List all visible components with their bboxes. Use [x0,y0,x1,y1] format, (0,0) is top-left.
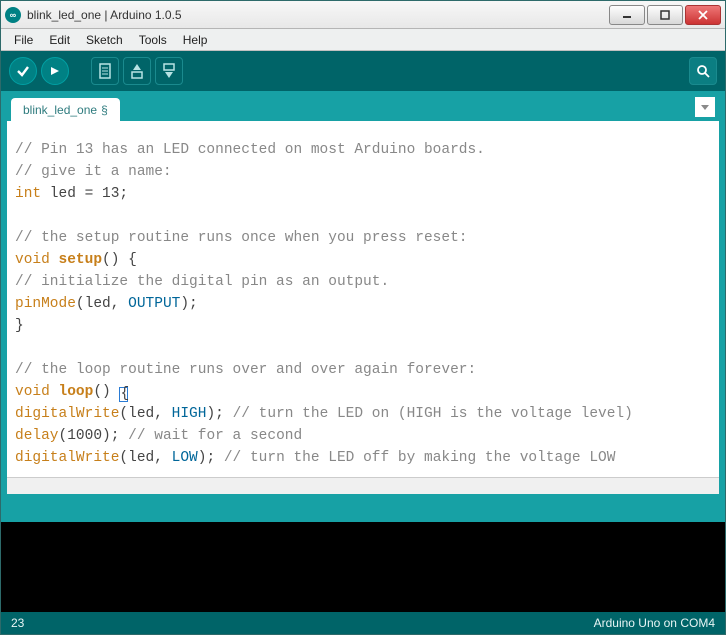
code-line [15,337,719,359]
editor-container: // Pin 13 has an LED connected on most A… [1,121,725,494]
code-line: digitalWrite(led, HIGH); // turn the LED… [15,403,719,425]
console-output[interactable] [1,522,725,612]
code-line: delay(1000); // wait for a second [15,425,719,447]
verify-button[interactable] [9,57,37,85]
arduino-logo-icon: ∞ [5,7,21,23]
tab-sketch[interactable]: blink_led_one § [11,98,120,121]
code-line: int led = 13; [15,183,719,205]
code-line: // the loop routine runs over and over a… [15,359,719,381]
app-window: ∞ blink_led_one | Arduino 1.0.5 File Edi… [0,0,726,635]
chevron-down-icon [699,101,711,113]
file-icon [97,62,113,80]
code-line: } [15,315,719,337]
horizontal-scrollbar[interactable] [7,477,719,494]
code-line: // initialize the digital pin as an outp… [15,271,719,293]
code-line: void setup() { [15,249,719,271]
code-line: // the setup routine runs once when you … [15,227,719,249]
minimize-button[interactable] [609,5,645,25]
code-line [15,205,719,227]
tab-modified-indicator: § [101,103,108,117]
magnifier-icon [695,63,711,79]
serial-monitor-button[interactable] [689,57,717,85]
open-sketch-button[interactable] [123,57,151,85]
close-button[interactable] [685,5,721,25]
status-board-port: Arduino Uno on COM4 [594,616,715,630]
message-area [1,494,725,522]
arrow-right-icon [47,63,63,79]
status-line-number: 23 [11,616,24,630]
tabstrip: blink_led_one § [1,91,725,121]
menu-tools[interactable]: Tools [132,31,174,49]
window-controls [607,5,721,25]
menu-edit[interactable]: Edit [42,31,77,49]
upload-button[interactable] [41,57,69,85]
toolbar [1,51,725,91]
menu-help[interactable]: Help [176,31,215,49]
code-line: pinMode(led, OUTPUT); [15,293,719,315]
code-line: digitalWrite(led, LOW); // turn the LED … [15,447,719,469]
check-icon [15,63,31,79]
code-line: void loop() { [15,381,719,403]
save-sketch-button[interactable] [155,57,183,85]
new-sketch-button[interactable] [91,57,119,85]
tab-menu-button[interactable] [695,97,715,117]
text-cursor: { [119,387,128,402]
window-title: blink_led_one | Arduino 1.0.5 [27,8,607,22]
maximize-button[interactable] [647,5,683,25]
menubar: File Edit Sketch Tools Help [1,29,725,51]
arrow-down-icon [161,62,177,80]
arrow-up-icon [129,62,145,80]
titlebar[interactable]: ∞ blink_led_one | Arduino 1.0.5 [1,1,725,29]
code-line: // give it a name: [15,161,719,183]
statusbar: 23 Arduino Uno on COM4 [1,612,725,634]
code-editor[interactable]: // Pin 13 has an LED connected on most A… [7,121,719,477]
code-line: // Pin 13 has an LED connected on most A… [15,139,719,161]
menu-sketch[interactable]: Sketch [79,31,130,49]
tab-label: blink_led_one [23,103,97,117]
menu-file[interactable]: File [7,31,40,49]
